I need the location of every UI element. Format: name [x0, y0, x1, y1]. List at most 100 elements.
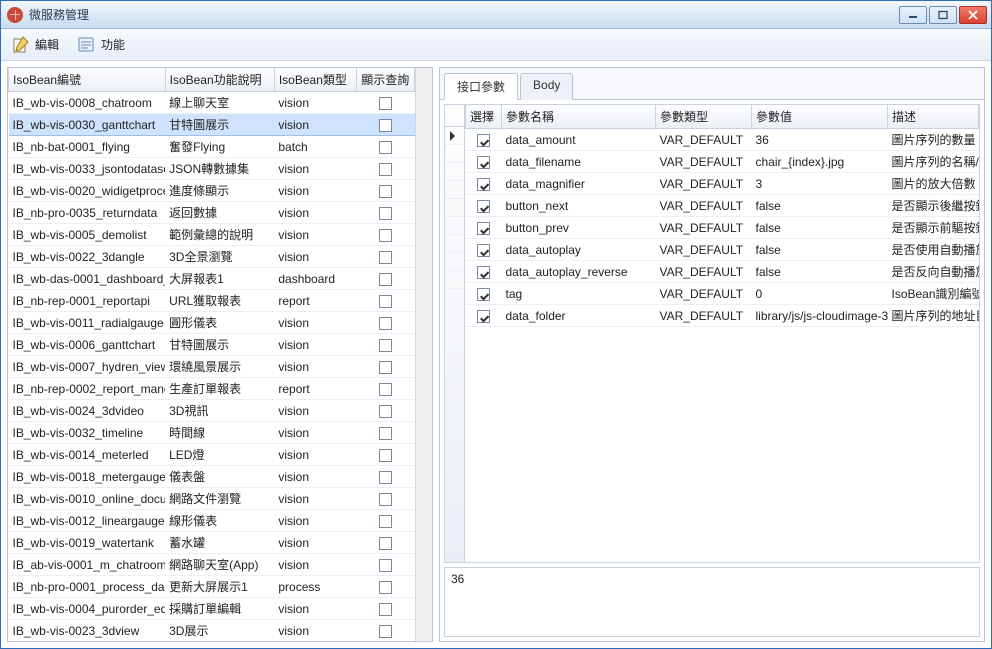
- checkbox-icon[interactable]: [379, 449, 392, 462]
- table-row[interactable]: button_nextVAR_DEFAULTfalse是否顯示後繼按鈕: [466, 195, 979, 217]
- cell-select[interactable]: [466, 129, 502, 151]
- cell-select[interactable]: [466, 305, 502, 327]
- cell-show[interactable]: [357, 356, 415, 378]
- table-row[interactable]: tagVAR_DEFAULT0IsoBean識別編號: [466, 283, 979, 305]
- checkbox-icon[interactable]: [379, 229, 392, 242]
- row-indicator[interactable]: [445, 217, 464, 235]
- cell-show[interactable]: [357, 488, 415, 510]
- table-row[interactable]: IB_wb-vis-0007_hydren_view環繞風景展示vision: [9, 356, 415, 378]
- maximize-button[interactable]: [929, 6, 957, 24]
- checkbox-icon[interactable]: [379, 493, 392, 506]
- cell-show[interactable]: [357, 576, 415, 598]
- close-button[interactable]: [959, 6, 987, 24]
- table-row[interactable]: IB_nb-pro-0035_returndata返回數據vision: [9, 202, 415, 224]
- checkbox-icon[interactable]: [379, 339, 392, 352]
- table-row[interactable]: IB_wb-vis-0023_3dview3D展示vision: [9, 620, 415, 642]
- col-id[interactable]: IsoBean編號: [9, 68, 166, 92]
- checkbox-icon[interactable]: [477, 156, 490, 169]
- table-row[interactable]: IB_wb-vis-0019_watertank蓄水罐vision: [9, 532, 415, 554]
- cell-show[interactable]: [357, 158, 415, 180]
- col-show[interactable]: 顯示查詢: [357, 68, 415, 92]
- table-row[interactable]: IB_wb-vis-0033_jsontodatasetJSON轉數據集visi…: [9, 158, 415, 180]
- checkbox-icon[interactable]: [379, 163, 392, 176]
- table-row[interactable]: IB_wb-vis-0032_timeline時間線vision: [9, 422, 415, 444]
- table-row[interactable]: IB_wb-vis-0018_metergauge儀表盤vision: [9, 466, 415, 488]
- param-grid[interactable]: 選擇 參數名稱 參數類型 參數值 描述 data_amountVAR_DEFAU…: [465, 105, 979, 562]
- edit-button[interactable]: 編輯: [11, 35, 59, 55]
- cell-show[interactable]: [357, 444, 415, 466]
- col-pdesc[interactable]: 描述: [888, 105, 979, 129]
- checkbox-icon[interactable]: [379, 625, 392, 638]
- cell-show[interactable]: [357, 400, 415, 422]
- row-indicator[interactable]: [445, 181, 464, 199]
- checkbox-icon[interactable]: [477, 288, 490, 301]
- table-row[interactable]: data_magnifierVAR_DEFAULT3圖片的放大倍數: [466, 173, 979, 195]
- cell-select[interactable]: [466, 151, 502, 173]
- cell-select[interactable]: [466, 217, 502, 239]
- param-value-editor[interactable]: 36: [444, 567, 980, 637]
- cell-show[interactable]: [357, 312, 415, 334]
- table-row[interactable]: data_folderVAR_DEFAULTlibrary/js/js-clou…: [466, 305, 979, 327]
- cell-show[interactable]: [357, 378, 415, 400]
- cell-show[interactable]: [357, 202, 415, 224]
- cell-select[interactable]: [466, 261, 502, 283]
- row-indicator[interactable]: [445, 163, 464, 181]
- col-type[interactable]: IsoBean類型: [274, 68, 356, 92]
- minimize-button[interactable]: [899, 6, 927, 24]
- vertical-scrollbar[interactable]: [415, 68, 432, 641]
- checkbox-icon[interactable]: [379, 317, 392, 330]
- row-indicator[interactable]: [445, 145, 464, 163]
- checkbox-icon[interactable]: [379, 97, 392, 110]
- checkbox-icon[interactable]: [477, 266, 490, 279]
- cell-select[interactable]: [466, 195, 502, 217]
- table-row[interactable]: IB_wb-vis-0005_demolist範例彙總的說明vision: [9, 224, 415, 246]
- checkbox-icon[interactable]: [379, 273, 392, 286]
- checkbox-icon[interactable]: [477, 178, 490, 191]
- row-indicator[interactable]: [445, 253, 464, 271]
- col-desc[interactable]: IsoBean功能說明: [165, 68, 274, 92]
- cell-show[interactable]: [357, 510, 415, 532]
- checkbox-icon[interactable]: [477, 222, 490, 235]
- checkbox-icon[interactable]: [379, 383, 392, 396]
- checkbox-icon[interactable]: [477, 244, 490, 257]
- row-indicator[interactable]: [445, 199, 464, 217]
- col-pvalue[interactable]: 參數值: [752, 105, 888, 129]
- table-row[interactable]: IB_wb-vis-0004_purorder_edit採購訂單編輯vision: [9, 598, 415, 620]
- table-row[interactable]: IB_wb-vis-0020_widigetproces進度條顯示vision: [9, 180, 415, 202]
- tab-body[interactable]: Body: [520, 73, 573, 100]
- function-button[interactable]: 功能: [77, 35, 125, 55]
- cell-show[interactable]: [357, 532, 415, 554]
- table-row[interactable]: IB_nb-rep-0002_report_mancc生產訂單報表report: [9, 378, 415, 400]
- checkbox-icon[interactable]: [379, 405, 392, 418]
- table-row[interactable]: IB_ab-vis-0001_m_chatroom網路聊天室(App)visio…: [9, 554, 415, 576]
- cell-show[interactable]: [357, 554, 415, 576]
- checkbox-icon[interactable]: [477, 310, 490, 323]
- checkbox-icon[interactable]: [477, 134, 490, 147]
- table-row[interactable]: IB_wb-vis-0030_ganttchart甘特圖展示vision: [9, 114, 415, 136]
- checkbox-icon[interactable]: [379, 537, 392, 550]
- cell-show[interactable]: [357, 224, 415, 246]
- table-row[interactable]: IB_wb-vis-0011_radialgauge圓形儀表vision: [9, 312, 415, 334]
- checkbox-icon[interactable]: [379, 251, 392, 264]
- row-indicator[interactable]: [445, 127, 464, 145]
- table-row[interactable]: IB_nb-pro-0001_process_dash更新大屏展示1proces…: [9, 576, 415, 598]
- checkbox-icon[interactable]: [379, 185, 392, 198]
- checkbox-icon[interactable]: [379, 119, 392, 132]
- cell-show[interactable]: [357, 246, 415, 268]
- cell-show[interactable]: [357, 290, 415, 312]
- cell-show[interactable]: [357, 598, 415, 620]
- cell-show[interactable]: [357, 268, 415, 290]
- table-row[interactable]: IB_wb-vis-0008_chatroom線上聊天室vision: [9, 92, 415, 114]
- isobean-grid[interactable]: IsoBean編號 IsoBean功能說明 IsoBean類型 顯示查詢 IB_…: [8, 68, 415, 641]
- checkbox-icon[interactable]: [379, 603, 392, 616]
- table-row[interactable]: IB_wb-vis-0014_meterledLED燈vision: [9, 444, 415, 466]
- table-row[interactable]: data_autoplayVAR_DEFAULTfalse是否使用自動播放: [466, 239, 979, 261]
- table-row[interactable]: IB_wb-vis-0024_3dvideo3D視訊vision: [9, 400, 415, 422]
- table-row[interactable]: data_autoplay_reverseVAR_DEFAULTfalse是否反…: [466, 261, 979, 283]
- checkbox-icon[interactable]: [379, 581, 392, 594]
- cell-select[interactable]: [466, 283, 502, 305]
- col-ptype[interactable]: 參數類型: [656, 105, 752, 129]
- checkbox-icon[interactable]: [379, 295, 392, 308]
- table-row[interactable]: IB_wb-das-0001_dashboard_d大屏報表1dashboard: [9, 268, 415, 290]
- cell-show[interactable]: [357, 92, 415, 114]
